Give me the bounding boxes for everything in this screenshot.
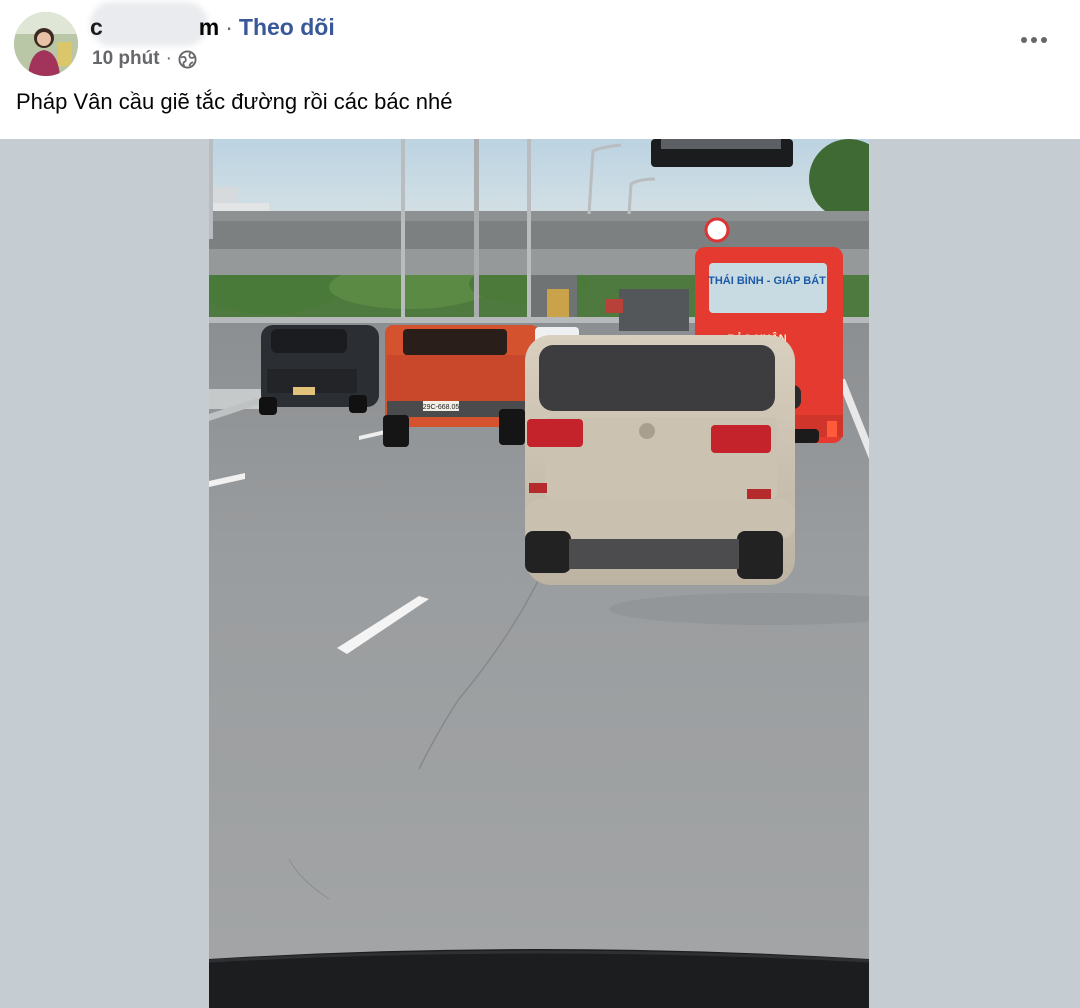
avatar-image [14, 12, 78, 76]
post-time[interactable]: 10 phút [92, 48, 160, 70]
author-separator: · [225, 13, 233, 40]
author-avatar[interactable] [14, 12, 78, 76]
facebook-post: c m · Theo dõi 10 phút · Pháp Vân cầu gi… [0, 0, 1080, 1008]
more-options-button[interactable] [1014, 26, 1054, 54]
bus-sign: THÁI BÌNH - GIÁP BÁT [708, 274, 826, 287]
follow-button[interactable]: Theo dõi [239, 14, 335, 41]
traffic-photo: 29C-668.05 THÁI BÌNH - GIÁP BÁT BẢO NHÂN… [209, 139, 869, 1008]
post-media[interactable]: 29C-668.05 THÁI BÌNH - GIÁP BÁT BẢO NHÂN… [0, 139, 1080, 1008]
post-meta: 10 phút · [92, 46, 197, 72]
author-row: c m · Theo dõi [90, 12, 335, 42]
author-name-end[interactable]: m [199, 14, 219, 41]
post-text: Pháp Vân cầu giẽ tắc đường rồi các bác n… [16, 89, 453, 114]
pickup-plate: 29C-668.05 [423, 404, 460, 411]
meta-separator: · [165, 48, 172, 69]
author-name-start[interactable]: c [90, 14, 103, 41]
globe-icon[interactable] [178, 49, 197, 69]
post-photo[interactable]: 29C-668.05 THÁI BÌNH - GIÁP BÁT BẢO NHÂN… [209, 139, 869, 1008]
more-horizontal-icon [1021, 37, 1047, 43]
post-header: c m · Theo dõi 10 phút · [0, 0, 1080, 88]
